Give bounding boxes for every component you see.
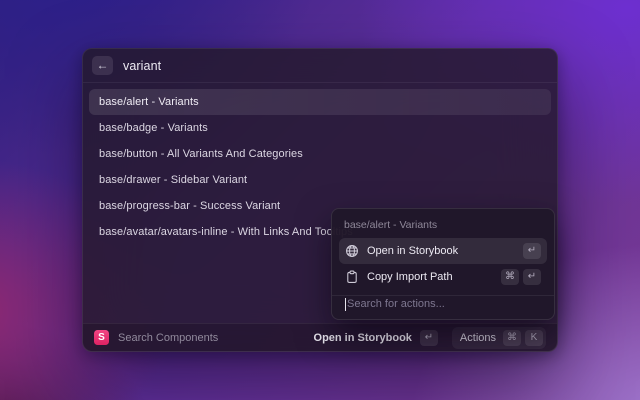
action-copy-import-path[interactable]: Copy Import Path ⌘ ↵	[339, 264, 547, 290]
result-row-base-badge[interactable]: base/badge - Variants	[89, 115, 551, 141]
footer-actions-area: Open in Storybook ↵ Actions ⌘ K	[314, 326, 546, 349]
desktop-background: ← variant base/alert - Variants base/bad…	[0, 0, 640, 400]
popover-context-title: base/alert - Variants	[344, 219, 438, 231]
text-caret	[345, 297, 346, 311]
clipboard-icon	[345, 270, 359, 284]
command-palette-window: ← variant base/alert - Variants base/bad…	[82, 48, 558, 352]
globe-icon	[345, 244, 359, 258]
action-item-label: Copy Import Path	[367, 271, 453, 283]
return-key-badge: ↵	[419, 329, 438, 346]
actions-search-input[interactable]: Search for actions...	[339, 296, 547, 312]
cmd-key-badge: ⌘	[501, 269, 519, 285]
action-item-label: Open in Storybook	[367, 245, 459, 257]
palette-header: ← variant	[83, 49, 557, 83]
k-key-badge: K	[525, 329, 543, 346]
return-key-badge: ↵	[523, 243, 541, 259]
search-query-text[interactable]: variant	[123, 59, 161, 73]
result-row-base-button[interactable]: base/button - All Variants And Categorie…	[89, 141, 551, 167]
actions-popover: base/alert - Variants Open in Storybook …	[331, 208, 555, 320]
actions-menu-button[interactable]: Actions ⌘ K	[451, 326, 546, 349]
result-row-base-alert[interactable]: base/alert - Variants	[89, 89, 551, 115]
cmd-key-badge: ⌘	[503, 329, 521, 346]
return-key-badge: ↵	[523, 269, 541, 285]
actions-label: Actions	[459, 331, 496, 344]
actions-search-placeholder: Search for actions...	[347, 298, 445, 310]
result-row-base-drawer[interactable]: base/drawer - Sidebar Variant	[89, 167, 551, 193]
primary-action-button[interactable]: Open in Storybook	[314, 332, 412, 344]
back-button[interactable]: ←	[92, 56, 113, 75]
storybook-logo-icon: S	[94, 330, 109, 345]
palette-footer: S Search Components Open in Storybook ↵ …	[83, 323, 557, 351]
action-open-in-storybook[interactable]: Open in Storybook ↵	[339, 238, 547, 264]
back-arrow-icon: ←	[96, 58, 109, 72]
footer-context-label: Search Components	[118, 331, 219, 344]
